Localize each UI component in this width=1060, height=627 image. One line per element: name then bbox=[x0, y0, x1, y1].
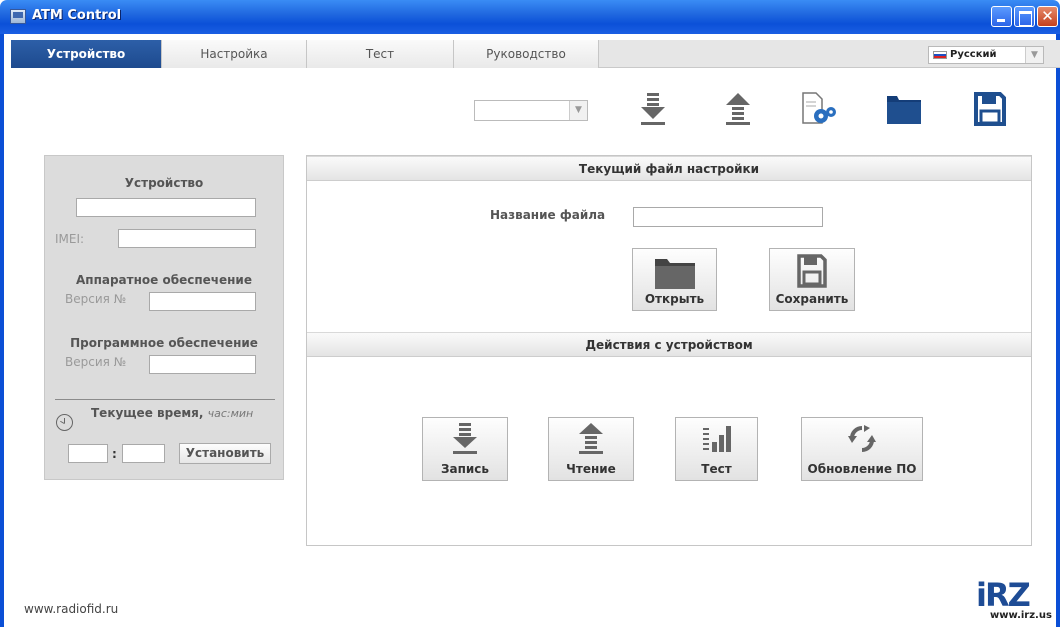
chevron-down-icon: ▼ bbox=[569, 101, 587, 120]
current-time-text: Текущее время, bbox=[91, 406, 204, 420]
device-actions-section: Запись Чтение Тест Обновление ПО bbox=[307, 357, 1031, 545]
svg-text:iRZ: iRZ bbox=[976, 576, 1030, 614]
imei-input[interactable] bbox=[118, 229, 256, 248]
hardware-version-input[interactable] bbox=[149, 292, 256, 311]
toolbar-select[interactable]: ▼ bbox=[474, 100, 588, 121]
tab-test[interactable]: Тест bbox=[307, 40, 454, 68]
save-button-label: Сохранить bbox=[775, 292, 849, 306]
title-bar: ATM Control ✕ bbox=[0, 0, 1060, 34]
tab-manual[interactable]: Руководство bbox=[454, 40, 599, 68]
read-button-label: Чтение bbox=[566, 462, 616, 476]
imei-label: IMEI: bbox=[55, 232, 85, 246]
bar-chart-icon bbox=[702, 426, 731, 452]
device-actions-header: Действия с устройством bbox=[307, 332, 1031, 357]
tab-device[interactable]: Устройство bbox=[11, 40, 162, 68]
window-border-right bbox=[1056, 34, 1060, 627]
close-icon: ✕ bbox=[1041, 7, 1054, 25]
divider bbox=[55, 399, 275, 400]
hours-input[interactable] bbox=[68, 444, 108, 463]
download-icon bbox=[453, 423, 477, 454]
firmware-update-button-label: Обновление ПО bbox=[807, 462, 917, 476]
firmware-update-button[interactable]: Обновление ПО bbox=[801, 417, 923, 481]
chevron-down-icon: ▼ bbox=[1025, 47, 1043, 63]
logo-url: www.irz.us bbox=[990, 610, 1052, 621]
write-button[interactable]: Запись bbox=[422, 417, 508, 481]
folder-icon[interactable] bbox=[885, 90, 925, 130]
open-button[interactable]: Открыть bbox=[632, 248, 717, 311]
time-format-hint: час:мин bbox=[207, 407, 254, 420]
irz-logo: iRZ www.irz.us bbox=[970, 572, 1054, 622]
hardware-heading: Аппаратное обеспечение bbox=[76, 273, 252, 287]
software-heading: Программное обеспечение bbox=[70, 336, 258, 350]
software-version-input[interactable] bbox=[149, 355, 256, 374]
read-button[interactable]: Чтение bbox=[548, 417, 634, 481]
tab-settings[interactable]: Настройка bbox=[162, 40, 307, 68]
settings-file-header: Текущий файл настройки bbox=[307, 156, 1031, 181]
software-version-label: Версия № bbox=[65, 355, 127, 369]
maximize-button[interactable] bbox=[1014, 6, 1035, 27]
filename-label: Название файла bbox=[490, 208, 606, 222]
write-button-label: Запись bbox=[440, 462, 490, 476]
tab-bar: Устройство Настройка Тест Руководство bbox=[11, 40, 1060, 68]
device-info-panel: Устройство IMEI: Аппаратное обеспечение … bbox=[44, 155, 284, 480]
language-selected: Русский bbox=[950, 49, 997, 60]
upload-icon bbox=[579, 423, 603, 454]
window-title: ATM Control bbox=[32, 8, 122, 23]
save-icon[interactable] bbox=[970, 90, 1010, 130]
app-icon bbox=[10, 9, 26, 24]
time-colon: : bbox=[112, 447, 117, 461]
window-border-left bbox=[0, 34, 4, 627]
close-button[interactable]: ✕ bbox=[1037, 6, 1058, 27]
open-button-label: Открыть bbox=[644, 292, 705, 306]
filename-input[interactable] bbox=[633, 207, 823, 227]
test-button[interactable]: Тест bbox=[675, 417, 758, 481]
settings-file-section: Название файла Открыть Сохранить bbox=[307, 181, 1031, 331]
minutes-input[interactable] bbox=[122, 444, 165, 463]
device-name-input[interactable] bbox=[76, 198, 256, 217]
save-button[interactable]: Сохранить bbox=[769, 248, 855, 311]
language-select[interactable]: Русский ▼ bbox=[928, 46, 1044, 64]
set-time-button[interactable]: Установить bbox=[179, 443, 271, 464]
refresh-icon bbox=[848, 425, 876, 452]
file-settings-icon[interactable] bbox=[800, 90, 840, 130]
hardware-version-label: Версия № bbox=[65, 292, 127, 306]
folder-icon bbox=[654, 259, 695, 289]
test-button-label: Тест bbox=[701, 462, 732, 476]
download-icon[interactable] bbox=[636, 90, 676, 130]
russian-flag-icon bbox=[933, 51, 947, 59]
current-time-label: Текущее время, час:мин bbox=[91, 406, 253, 420]
upload-icon[interactable] bbox=[721, 90, 761, 130]
clock-icon bbox=[56, 414, 73, 431]
main-panel: Текущий файл настройки Название файла От… bbox=[306, 155, 1032, 546]
save-icon bbox=[797, 254, 827, 288]
website-link[interactable]: www.radiofid.ru bbox=[24, 602, 118, 616]
minimize-button[interactable] bbox=[991, 6, 1012, 27]
device-heading: Устройство bbox=[124, 176, 204, 190]
